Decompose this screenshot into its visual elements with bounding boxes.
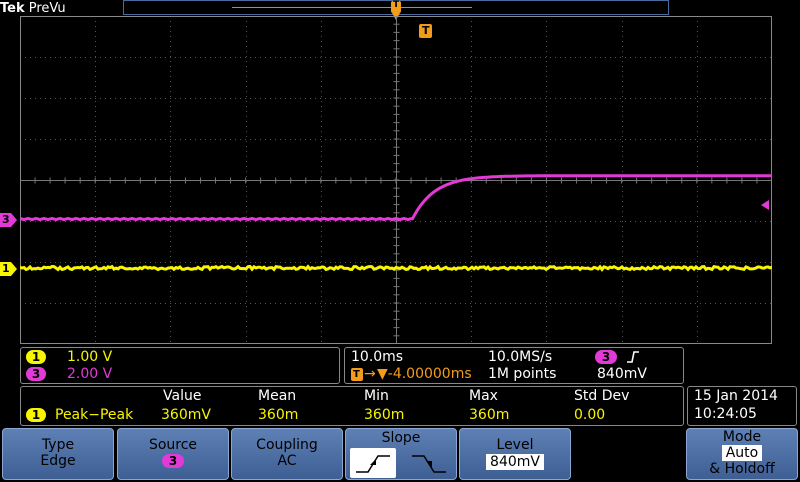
delay-trigger-letter: T (353, 369, 360, 380)
ch3-ground-marker[interactable]: 3 (0, 212, 18, 228)
record-length: 1M points (488, 366, 557, 382)
meas-value: 360mV (161, 407, 211, 423)
slope-softkey[interactable]: Slope (345, 428, 457, 480)
waveform-display[interactable] (20, 16, 772, 344)
trigger-point-letter: T (422, 24, 430, 37)
meas-channel-number: 1 (31, 408, 41, 422)
ch1-marker-number: 1 (2, 262, 10, 275)
trigger-level-arrow-icon (761, 200, 769, 210)
meas-header-min: Min (364, 388, 389, 404)
source-value: 3 (168, 454, 178, 468)
source-label: Source (148, 437, 198, 453)
record-window-line (232, 7, 472, 8)
meas-header-mean: Mean (258, 388, 297, 404)
ch3-badge: 3 (26, 367, 46, 381)
type-label: Type (41, 437, 75, 453)
measurement-readout[interactable]: Value Mean Min Max Std Dev 1 Peak−Peak 3… (20, 386, 684, 426)
coupling-label: Coupling (256, 437, 318, 453)
meas-header-value: Value (163, 388, 202, 404)
slope-falling-option[interactable] (406, 448, 452, 478)
timebase: 10.0ms (351, 349, 404, 365)
mode-label: Mode (722, 429, 762, 445)
meas-channel-badge: 1 (26, 408, 46, 422)
rising-slope-icon (356, 455, 390, 473)
trigger-source-badge: 3 (595, 350, 617, 364)
mode-softkey[interactable]: Mode Auto & Holdoff (686, 428, 798, 480)
meas-min: 360m (364, 407, 405, 423)
ch1-waveform (20, 264, 772, 272)
horizontal-readout[interactable]: 10.0ms 10.0MS/s 3 T → ▼-4.00000ms 1M poi… (344, 347, 684, 384)
date: 15 Jan 2014 (694, 388, 778, 404)
slope-rising-option[interactable] (350, 448, 396, 478)
ch1-badge-number: 1 (31, 350, 41, 364)
rising-edge-icon (627, 351, 639, 363)
source-value-badge: 3 (162, 454, 184, 468)
meas-name: Peak−Peak (55, 407, 134, 423)
coupling-value: AC (277, 453, 297, 469)
level-label: Level (496, 437, 534, 453)
ch3-badge-number: 3 (31, 367, 41, 381)
mode-value: Auto (721, 445, 763, 461)
trigger-position-letter: T (393, 0, 400, 10)
sample-rate: 10.0MS/s (488, 349, 553, 365)
ch1-ground-marker[interactable]: 1 (0, 261, 18, 277)
acquisition-mode: PreVu (28, 1, 66, 16)
brand-name: Tek (0, 1, 25, 16)
graticule-center-axes (20, 16, 772, 344)
brand-label: Tek PreVu (0, 0, 120, 17)
slope-label: Slope (381, 430, 421, 446)
level-softkey[interactable]: Level 840mV (459, 428, 571, 480)
time: 10:24:05 (694, 406, 757, 422)
meas-mean: 360m (258, 407, 299, 423)
meas-header-max: Max (469, 388, 498, 404)
level-value: 840mV (486, 454, 544, 470)
delay-arrow: → (364, 366, 376, 382)
trigger-point-marker: T (419, 24, 432, 38)
trigger-level-marker[interactable] (760, 195, 770, 210)
channel-readout[interactable]: 1 1.00 V 3 2.00 V (20, 347, 340, 384)
trigger-level: 840mV (597, 366, 647, 382)
mode-holdoff: & Holdoff (709, 461, 775, 477)
meas-header-stddev: Std Dev (574, 388, 630, 404)
horizontal-delay: ▼-4.00000ms (377, 366, 472, 382)
meas-max: 360m (469, 407, 510, 423)
falling-slope-icon (412, 455, 446, 473)
ch1-scale: 1.00 V (67, 349, 113, 365)
ch1-badge: 1 (26, 350, 46, 364)
type-softkey[interactable]: Type Edge (2, 428, 114, 480)
trigger-source-number: 3 (601, 350, 611, 364)
coupling-softkey[interactable]: Coupling AC (231, 428, 343, 480)
meas-stddev: 0.00 (574, 407, 606, 423)
ch3-scale: 2.00 V (67, 366, 113, 382)
ch3-marker-number: 3 (2, 213, 10, 226)
delay-trigger-icon: T (351, 368, 363, 381)
source-softkey[interactable]: Source 3 (117, 428, 229, 480)
type-value: Edge (40, 453, 76, 469)
date-time-readout: 15 Jan 2014 10:24:05 (687, 386, 797, 426)
